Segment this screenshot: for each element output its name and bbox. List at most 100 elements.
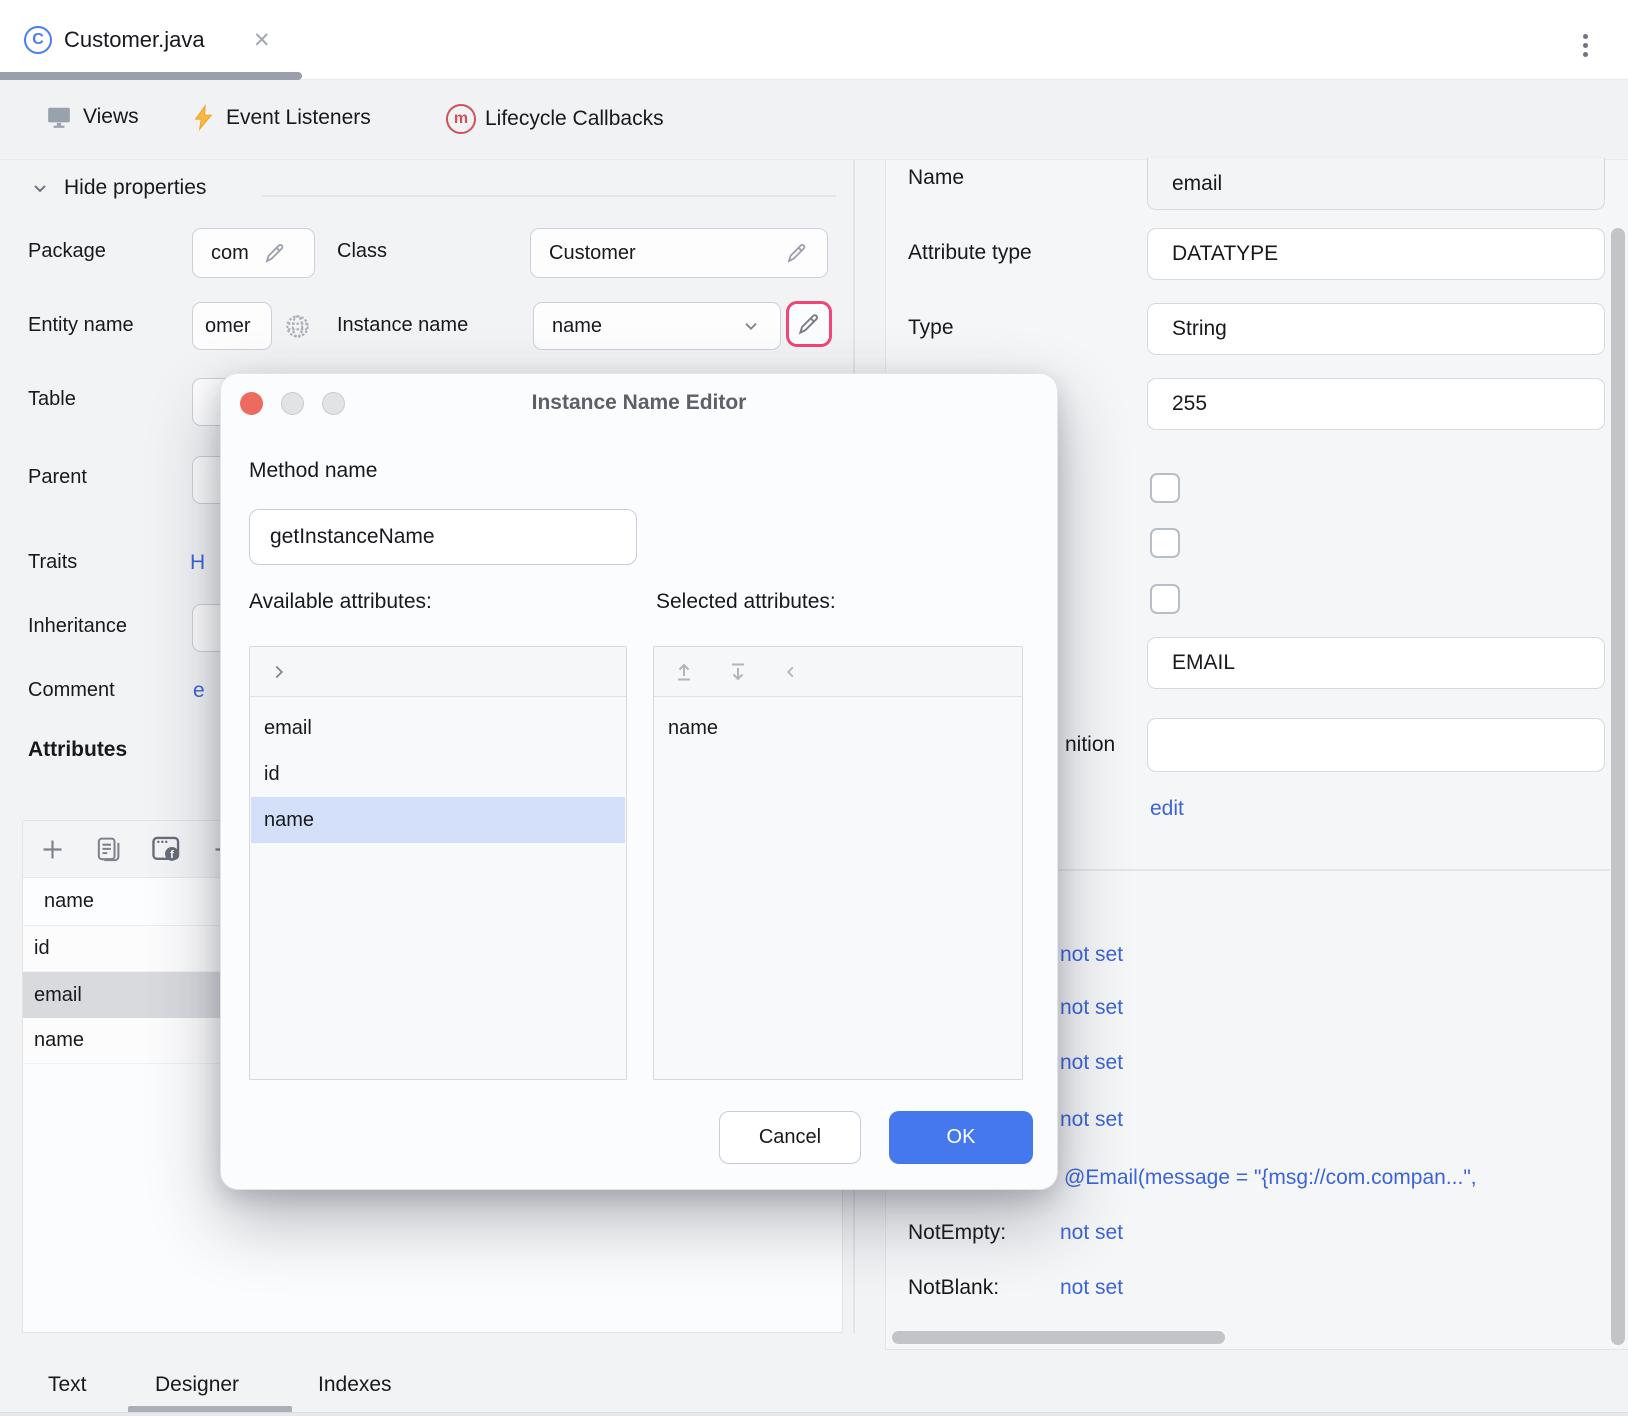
- validation-value-link[interactable]: not set: [1060, 1108, 1123, 1132]
- inheritance-label: Inheritance: [28, 615, 127, 638]
- available-attributes-list: email id name: [249, 646, 627, 1080]
- entity-name-label: Entity name: [28, 314, 134, 337]
- class-icon: C: [24, 26, 52, 54]
- type-field[interactable]: String: [1147, 303, 1605, 355]
- column-definition-field[interactable]: [1147, 718, 1605, 772]
- lifecycle-callbacks-button[interactable]: m Lifecycle Callbacks: [446, 104, 664, 134]
- dialog-title: Instance Name Editor: [221, 391, 1057, 415]
- validation-value-link[interactable]: not set: [1060, 1051, 1123, 1075]
- selected-attributes-label: Selected attributes:: [656, 590, 836, 614]
- lifecycle-callbacks-label: Lifecycle Callbacks: [485, 107, 664, 131]
- tab-indexes[interactable]: Indexes: [318, 1373, 392, 1397]
- validation-value-link[interactable]: not set: [1060, 996, 1123, 1020]
- views-label: Views: [83, 105, 139, 129]
- attribute-type-field[interactable]: DATATYPE: [1147, 228, 1605, 280]
- lifecycle-m-icon: m: [446, 104, 476, 134]
- available-attributes-label: Available attributes:: [249, 590, 432, 614]
- attribute-type-label: Attribute type: [908, 241, 1032, 265]
- package-field[interactable]: com: [192, 228, 315, 278]
- name-field[interactable]: email: [1147, 157, 1605, 210]
- tab-designer[interactable]: Designer: [155, 1373, 239, 1397]
- instance-name-value: name: [552, 315, 602, 338]
- length-field[interactable]: 255: [1147, 378, 1605, 430]
- method-name-input[interactable]: getInstanceName: [249, 509, 637, 565]
- instance-name-edit-button[interactable]: [786, 301, 832, 347]
- instance-name-editor-dialog: Instance Name Editor Method name getInst…: [220, 373, 1058, 1190]
- table-label: Table: [28, 388, 76, 411]
- entity-name-field[interactable]: omer: [192, 302, 272, 350]
- not-blank-value-link[interactable]: not set: [1060, 1276, 1123, 1300]
- edit-pencil-icon[interactable]: [263, 241, 287, 265]
- copy-attribute-icon[interactable]: [94, 835, 123, 864]
- traits-value-link[interactable]: H: [190, 551, 205, 575]
- move-right-icon[interactable]: [268, 661, 290, 683]
- class-value: Customer: [549, 242, 636, 265]
- traits-label: Traits: [28, 551, 77, 574]
- add-attribute-icon[interactable]: [39, 836, 66, 863]
- cancel-button-label: Cancel: [759, 1126, 821, 1149]
- cancel-button[interactable]: Cancel: [719, 1111, 861, 1164]
- class-field[interactable]: Customer: [530, 228, 828, 278]
- column-header-label: name: [44, 890, 94, 913]
- editor-window: C Customer.java ✕ Views Event Listeners …: [0, 0, 1628, 1416]
- kebab-menu-icon[interactable]: [1581, 30, 1590, 61]
- move-top-icon[interactable]: [672, 660, 696, 684]
- name-label: Name: [908, 166, 964, 190]
- list-item[interactable]: name: [655, 705, 1021, 751]
- move-left-icon[interactable]: [780, 661, 802, 683]
- add-from-db-icon[interactable]: f: [151, 834, 183, 864]
- row-label: name: [34, 1029, 84, 1052]
- edit-pencil-icon[interactable]: [785, 241, 809, 265]
- footer-strip: [0, 1412, 1628, 1416]
- svg-text:f: f: [170, 849, 174, 861]
- vertical-scrollbar[interactable]: [1611, 228, 1625, 1345]
- list-item[interactable]: id: [251, 751, 625, 797]
- globe-icon[interactable]: [284, 313, 311, 340]
- checkbox-3[interactable]: [1150, 584, 1180, 614]
- move-bottom-icon[interactable]: [726, 660, 750, 684]
- instance-name-select[interactable]: name: [533, 302, 781, 350]
- method-name-value: getInstanceName: [270, 525, 435, 549]
- hide-properties-toggle[interactable]: Hide properties: [30, 176, 206, 200]
- tab-text[interactable]: Text: [48, 1373, 87, 1397]
- class-label: Class: [337, 240, 387, 263]
- list-item[interactable]: email: [251, 705, 625, 751]
- length-value: 255: [1172, 392, 1207, 416]
- tab-close-icon[interactable]: ✕: [253, 28, 271, 53]
- comment-value-link[interactable]: e: [193, 679, 205, 703]
- active-tab-underline: [0, 72, 302, 80]
- list-item-selected[interactable]: name: [251, 797, 625, 843]
- not-empty-value-link[interactable]: not set: [1060, 1221, 1123, 1245]
- event-listeners-label: Event Listeners: [226, 106, 371, 130]
- name-value: email: [1172, 172, 1222, 196]
- views-button[interactable]: Views: [46, 104, 139, 130]
- checkbox-1[interactable]: [1150, 473, 1180, 503]
- not-blank-label: NotBlank:: [908, 1276, 999, 1300]
- selected-attributes-list: name: [653, 646, 1023, 1080]
- event-listeners-button[interactable]: Event Listeners: [190, 104, 371, 131]
- enum-type-field[interactable]: EMAIL: [1147, 637, 1605, 689]
- ok-button[interactable]: OK: [889, 1111, 1033, 1164]
- entity-name-value: omer: [205, 315, 251, 338]
- attribute-type-value: DATATYPE: [1172, 242, 1278, 266]
- edit-pencil-icon: [796, 311, 822, 337]
- monitor-icon: [46, 104, 72, 130]
- chevron-down-icon: [740, 315, 762, 337]
- parent-label: Parent: [28, 466, 87, 489]
- hide-properties-label: Hide properties: [64, 176, 206, 200]
- validation-value-link[interactable]: not set: [1060, 943, 1123, 967]
- tab-title[interactable]: Customer.java: [64, 27, 205, 53]
- list-item-label: name: [264, 809, 314, 832]
- section-divider: [262, 195, 836, 197]
- row-label: email: [34, 984, 82, 1007]
- lightning-icon: [190, 104, 217, 131]
- selected-list-toolbar: [654, 647, 1022, 697]
- email-annotation-link[interactable]: @Email(message = "{msg://com.compan...",: [1064, 1166, 1477, 1190]
- checkbox-2[interactable]: [1150, 528, 1180, 558]
- list-item-label: name: [668, 717, 718, 740]
- column-definition-label: nition: [1065, 733, 1115, 757]
- edit-link[interactable]: edit: [1150, 797, 1184, 821]
- type-value: String: [1172, 317, 1227, 341]
- horizontal-scrollbar[interactable]: [892, 1331, 1225, 1344]
- available-list-toolbar: [250, 647, 626, 697]
